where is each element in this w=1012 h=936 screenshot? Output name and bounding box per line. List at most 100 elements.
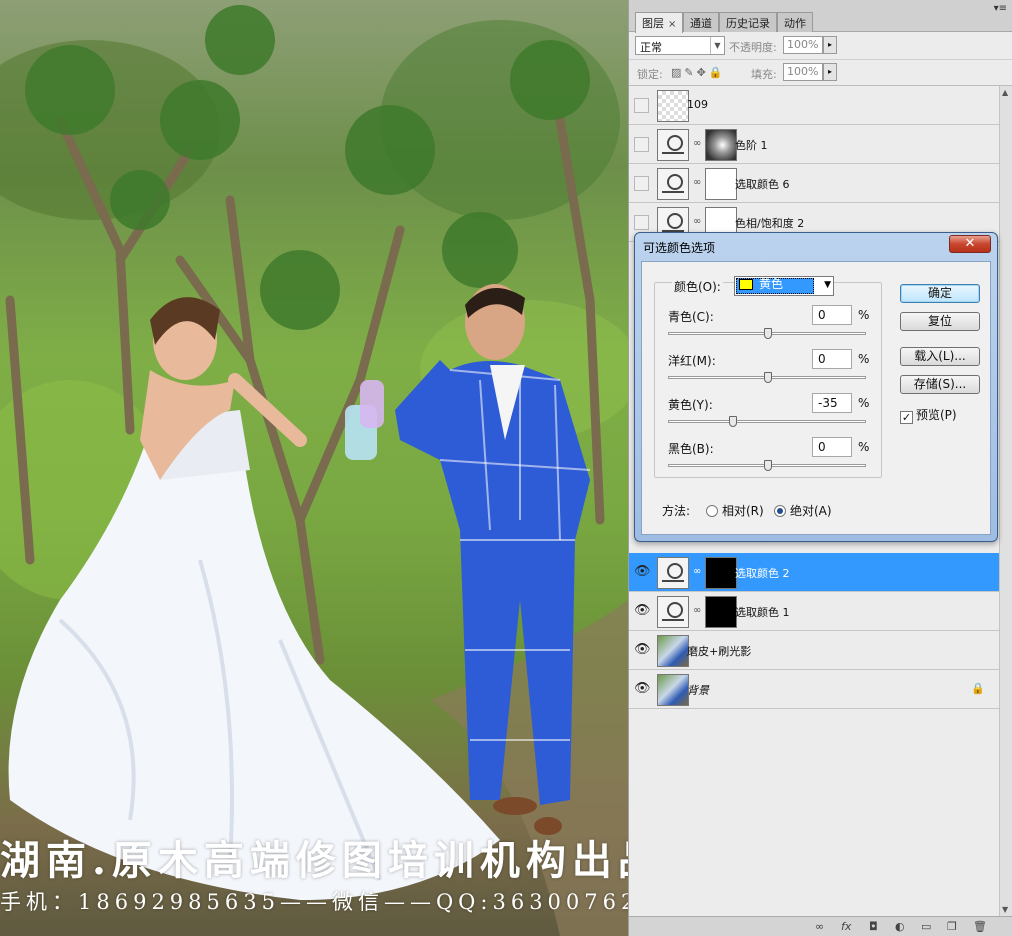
layer-mask[interactable] [705, 557, 737, 589]
fill-label: 填充: [751, 68, 777, 81]
layer-name: 109 [687, 98, 708, 111]
tab-channels[interactable]: 通道 [683, 12, 719, 32]
lock-label: 锁定: [637, 68, 663, 81]
layer-mask[interactable] [705, 168, 737, 200]
chevron-down-icon: ▼ [824, 280, 831, 290]
new-layer-icon[interactable]: ❐ [947, 920, 957, 933]
layer-style-icon[interactable]: fx [841, 920, 851, 933]
cyan-slider[interactable] [668, 328, 866, 339]
trash-icon[interactable]: 🗑 [973, 920, 987, 933]
adjustment-layer-icon[interactable]: ◐ [895, 920, 905, 933]
eye-icon[interactable]: 👁 [634, 682, 651, 697]
visibility-toggle[interactable] [634, 176, 649, 191]
save-button[interactable]: 存储(S)... [900, 375, 980, 394]
layer-row[interactable]: ∞ 色阶 1 [629, 125, 999, 164]
eye-icon[interactable]: 👁 [634, 565, 651, 580]
layer-row[interactable]: 👁 背景 🔒 [629, 670, 999, 709]
fill-input[interactable]: 100% [783, 63, 823, 81]
panel-menu-icon[interactable]: ▾≡ [994, 3, 1007, 14]
adjustment-icon [657, 168, 689, 200]
tab-history[interactable]: 历史记录 [719, 12, 777, 32]
fill-arrow-icon[interactable]: ▸ [823, 63, 837, 81]
add-mask-icon[interactable]: ◘ [869, 920, 878, 933]
close-icon[interactable]: ✕ [949, 235, 991, 253]
slider-thumb[interactable] [764, 372, 772, 383]
magenta-input[interactable]: 0 [812, 349, 852, 369]
slider-thumb[interactable] [764, 460, 772, 471]
eye-icon[interactable]: 👁 [634, 604, 651, 619]
layer-mask[interactable] [705, 596, 737, 628]
tab-actions[interactable]: 动作 [777, 12, 813, 32]
opacity-input[interactable]: 100% [783, 36, 823, 54]
layer-name: 背景 [687, 684, 709, 697]
ok-button[interactable]: 确定 [900, 284, 980, 303]
method-relative-radio[interactable]: 相对(R) [706, 502, 764, 519]
opacity-label: 不透明度: [729, 41, 777, 54]
yellow-slider[interactable] [668, 416, 866, 427]
layer-name: 选取颜色 1 [735, 606, 790, 619]
black-label: 黑色(B): [668, 442, 714, 456]
method-absolute-radio[interactable]: 绝对(A) [774, 502, 832, 519]
watermark-title: 湖南.原木高端修图培训机构出品 [0, 837, 628, 884]
layer-thumbnail [657, 90, 689, 122]
panel-tabs: 图层 × 通道 历史记录 动作 ▾≡ [629, 0, 1012, 33]
scroll-down-icon[interactable]: ▼ [1002, 905, 1008, 914]
tab-close-icon[interactable]: × [668, 19, 676, 30]
watermark-contact: 手机：18692985635——微信——QQ:363007626 [0, 890, 628, 914]
eye-icon[interactable]: 👁 [634, 643, 651, 658]
reset-button[interactable]: 复位 [900, 312, 980, 331]
magenta-slider[interactable] [668, 372, 866, 383]
blend-mode-select[interactable]: 正常 ▼ [635, 36, 725, 55]
new-group-icon[interactable]: ▭ [921, 920, 931, 933]
layer-row-selected[interactable]: 👁 ∞ 选取颜色 2 [629, 553, 999, 592]
lock-options-icon[interactable]: ▨✎✥🔒 [671, 66, 726, 79]
blend-row: 正常 ▼ 不透明度: 100% ▸ [629, 32, 1012, 60]
layer-mask[interactable] [705, 129, 737, 161]
link-chain-icon: ∞ [693, 177, 702, 188]
tab-layers[interactable]: 图层 × [635, 12, 684, 33]
link-chain-icon: ∞ [693, 566, 702, 577]
load-button[interactable]: 载入(L)... [900, 347, 980, 366]
layer-row[interactable]: 109 [629, 86, 999, 125]
visibility-toggle[interactable] [634, 215, 649, 230]
black-input[interactable]: 0 [812, 437, 852, 457]
layer-thumbnail [657, 635, 689, 667]
chevron-down-icon: ▼ [710, 37, 724, 54]
photo-canvas[interactable]: 湖南.原木高端修图培训机构出品 手机：18692985635——微信——QQ:3… [0, 0, 628, 936]
visibility-toggle[interactable] [634, 137, 649, 152]
method-label: 方法: [662, 504, 691, 518]
opacity-arrow-icon[interactable]: ▸ [823, 36, 837, 54]
scroll-up-icon[interactable]: ▲ [1002, 88, 1008, 97]
layer-name: 选取颜色 6 [735, 178, 790, 191]
link-layers-icon[interactable]: ∞ [815, 920, 824, 933]
layer-row[interactable]: ∞ 选取颜色 6 [629, 164, 999, 203]
selective-color-dialog: 可选颜色选项 ✕ 颜色(O): 黄色 ▼ 青色(C): 0 % 洋红(M): 0… [634, 232, 998, 542]
photo-scene [5, 5, 628, 936]
layer-row[interactable]: 👁 ∞ 选取颜色 1 [629, 592, 999, 631]
layer-name: 色阶 1 [735, 139, 768, 152]
lock-row: 锁定: ▨✎✥🔒 填充: 100% ▸ [629, 60, 1012, 86]
cyan-label: 青色(C): [668, 310, 714, 324]
dialog-title: 可选颜色选项 [643, 241, 716, 255]
dialog-body: 颜色(O): 黄色 ▼ 青色(C): 0 % 洋红(M): 0 % 黄色(Y):… [641, 261, 991, 535]
layer-row[interactable]: 👁 磨皮+刷光影 [629, 631, 999, 670]
slider-thumb[interactable] [729, 416, 738, 427]
layers-toolbar: ∞ fx ◘ ◐ ▭ ❐ 🗑 [629, 916, 1012, 936]
magenta-label: 洋红(M): [668, 354, 716, 368]
cyan-input[interactable]: 0 [812, 305, 852, 325]
color-label: 颜色(O): [672, 278, 723, 295]
adjustment-icon [657, 557, 689, 589]
visibility-toggle[interactable] [634, 98, 649, 113]
preview-checkbox[interactable]: ✓ 预览(P) [900, 406, 957, 424]
slider-thumb[interactable] [764, 328, 772, 339]
layers-scrollbar[interactable]: ▲ ▼ [999, 86, 1012, 916]
layer-name: 选取颜色 2 [735, 567, 790, 580]
color-select[interactable]: 黄色 ▼ [734, 276, 834, 296]
black-slider[interactable] [668, 460, 866, 471]
checkmark-icon: ✓ [900, 411, 913, 424]
color-swatch [739, 279, 753, 290]
lock-icon: 🔒 [971, 682, 985, 695]
link-chain-icon: ∞ [693, 216, 702, 227]
link-chain-icon: ∞ [693, 138, 702, 149]
yellow-input[interactable]: -35 [812, 393, 852, 413]
